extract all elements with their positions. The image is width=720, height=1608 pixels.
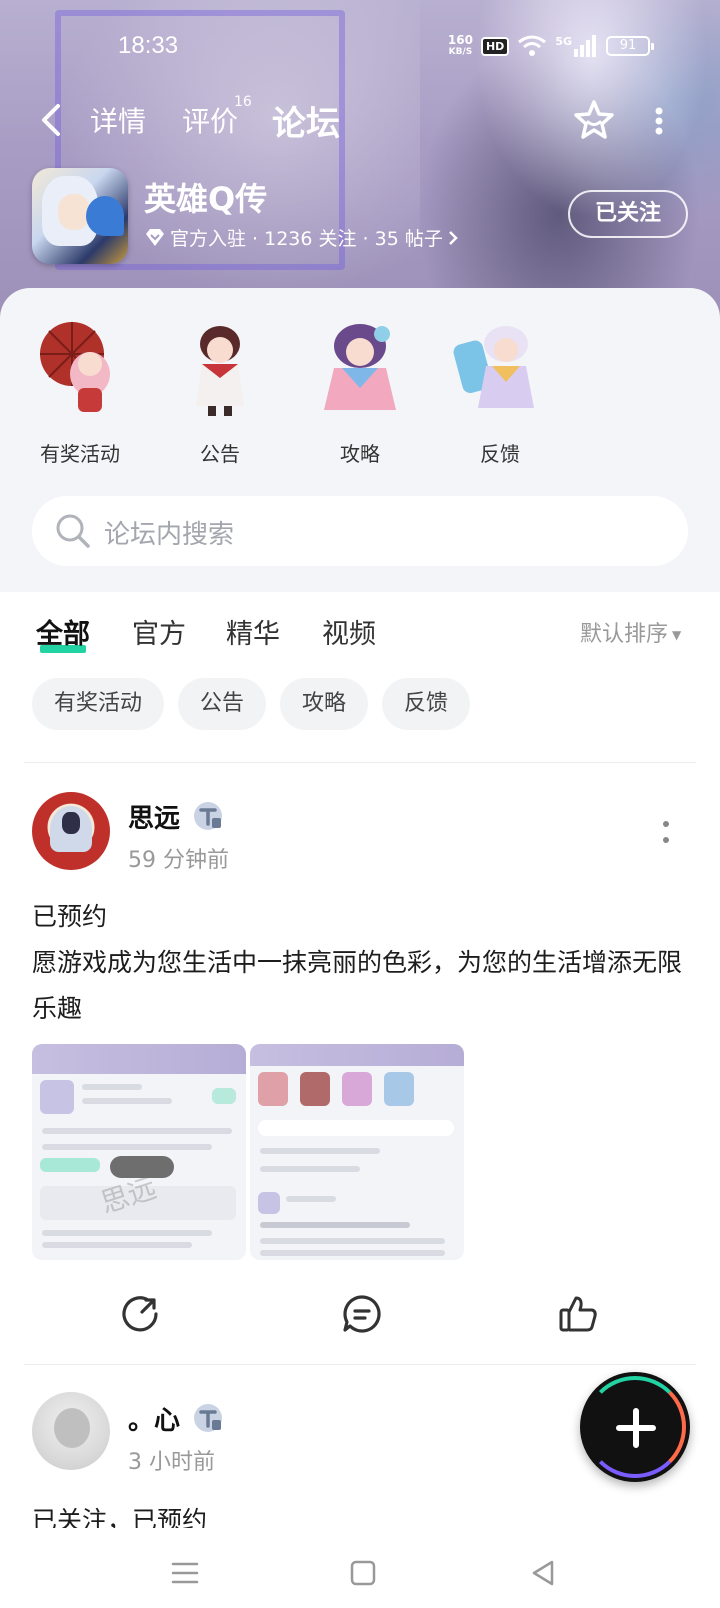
battery-icon: 91 xyxy=(606,36,654,56)
game-title: 英雄Q传 xyxy=(144,180,268,218)
chevron-right-icon xyxy=(448,230,458,245)
t-badge-icon xyxy=(194,802,222,830)
tab-all[interactable]: 全部 xyxy=(36,612,90,653)
post-author[interactable]: 思远 xyxy=(128,798,180,835)
caret-down-icon: ▼ xyxy=(672,628,682,642)
chip-feedback[interactable]: 反馈 xyxy=(382,678,471,730)
status-time: 18:33 xyxy=(118,32,179,59)
sort-label: 默认排序 xyxy=(580,622,669,647)
forum-tabs: 全部 官方 精华 视频 默认排序 ▼ xyxy=(0,612,720,662)
create-post-button[interactable] xyxy=(580,1372,690,1482)
filter-chips: 有奖活动 公告 攻略 反馈 xyxy=(32,678,471,732)
comment-icon[interactable] xyxy=(340,1292,384,1336)
post-actions xyxy=(0,1288,720,1344)
category-label: 公告 xyxy=(200,442,240,466)
follow-button[interactable]: 已关注 xyxy=(568,190,688,238)
menu-icon[interactable] xyxy=(170,1558,200,1588)
chip-guide[interactable]: 攻略 xyxy=(280,678,369,730)
wifi-icon xyxy=(518,35,547,56)
game-meta[interactable]: 官方入驻 · 1236 关注 · 35 帖子 xyxy=(144,224,459,251)
top-nav: 详情 评价 16 论坛 xyxy=(0,92,720,148)
divider xyxy=(24,762,696,763)
category-activity[interactable]: 有奖活动 xyxy=(20,318,140,467)
post-line: 愿游戏成为您生活中一抹亮丽的色彩，为您的生活增添无限乐趣 xyxy=(32,948,683,1023)
activity-character-image xyxy=(40,322,110,412)
star-icon[interactable] xyxy=(572,98,616,142)
post-images: 思远 xyxy=(32,1044,464,1260)
announcement-character-image xyxy=(196,326,244,416)
sort-dropdown[interactable]: 默认排序 ▼ xyxy=(580,616,681,648)
post-line: 已关注，已预约 xyxy=(32,1506,208,1528)
tab-video[interactable]: 视频 xyxy=(322,612,376,651)
category-label: 反馈 xyxy=(480,442,520,466)
avatar[interactable] xyxy=(32,1392,110,1470)
review-count-badge: 16 xyxy=(234,94,252,110)
tab-featured[interactable]: 精华 xyxy=(226,612,280,651)
tab-forum[interactable]: 论坛 xyxy=(270,96,342,145)
back-icon[interactable] xyxy=(38,102,66,138)
chip-announcement[interactable]: 公告 xyxy=(178,678,267,730)
post-author[interactable]: 。心 xyxy=(128,1400,180,1437)
chip-activity[interactable]: 有奖活动 xyxy=(32,678,165,730)
post-line: 已预约 xyxy=(32,902,108,931)
more-icon[interactable] xyxy=(654,106,664,136)
home-icon[interactable] xyxy=(348,1558,378,1588)
search-icon xyxy=(56,514,90,548)
post-content[interactable]: 已预约 愿游戏成为您生活中一抹亮丽的色彩，为您的生活增添无限乐趣 xyxy=(32,894,692,1032)
signal-icon xyxy=(574,35,596,57)
more-icon[interactable] xyxy=(662,820,670,844)
game-icon[interactable] xyxy=(32,168,128,264)
post-time: 3 小时前 xyxy=(128,1450,215,1475)
status-bar: 18:33 160 KB/S HD 5G 91 xyxy=(0,28,720,68)
search-placeholder: 论坛内搜索 xyxy=(104,520,235,550)
t-badge-icon xyxy=(194,1404,222,1432)
header-banner: 18:33 160 KB/S HD 5G 91 详情 评价 16 论坛 英雄Q传… xyxy=(0,0,720,330)
category-guide[interactable]: 攻略 xyxy=(300,318,420,467)
category-label: 有奖活动 xyxy=(40,442,120,466)
tab-reviews[interactable]: 评价 xyxy=(182,100,238,140)
signal-label: 5G xyxy=(555,34,572,48)
hd-badge: HD xyxy=(480,36,510,56)
feedback-character-image xyxy=(453,326,534,408)
back-triangle-icon[interactable] xyxy=(528,1558,558,1588)
category-label: 攻略 xyxy=(340,442,380,466)
post-time: 59 分钟前 xyxy=(128,848,229,873)
category-feedback[interactable]: 反馈 xyxy=(440,318,560,467)
system-nav-bar xyxy=(0,1540,720,1608)
game-info: 英雄Q传 官方入驻 · 1236 关注 · 35 帖子 已关注 xyxy=(0,168,720,268)
post-image[interactable] xyxy=(250,1044,464,1260)
guide-character-image xyxy=(324,324,396,410)
net-speed: 160 KB/S xyxy=(447,33,473,57)
divider xyxy=(24,1364,696,1365)
category-announcement[interactable]: 公告 xyxy=(160,318,280,467)
search-input[interactable]: 论坛内搜索 xyxy=(32,496,688,566)
category-panel: 有奖活动 公告 攻略 反馈 论坛内搜索 xyxy=(0,288,720,592)
post-image[interactable]: 思远 xyxy=(32,1044,246,1260)
plus-icon xyxy=(616,1408,656,1448)
tab-details[interactable]: 详情 xyxy=(90,100,146,140)
share-icon[interactable] xyxy=(118,1292,162,1336)
status-icons: 160 KB/S HD 5G 91 xyxy=(447,33,654,58)
post-content[interactable]: 已关注，已预约 xyxy=(32,1498,692,1528)
like-icon[interactable] xyxy=(556,1292,600,1336)
avatar[interactable] xyxy=(32,792,110,870)
diamond-icon xyxy=(146,228,164,246)
game-meta-text: 官方入驻 · 1236 关注 · 35 帖子 xyxy=(170,228,443,250)
tab-official[interactable]: 官方 xyxy=(132,612,186,651)
